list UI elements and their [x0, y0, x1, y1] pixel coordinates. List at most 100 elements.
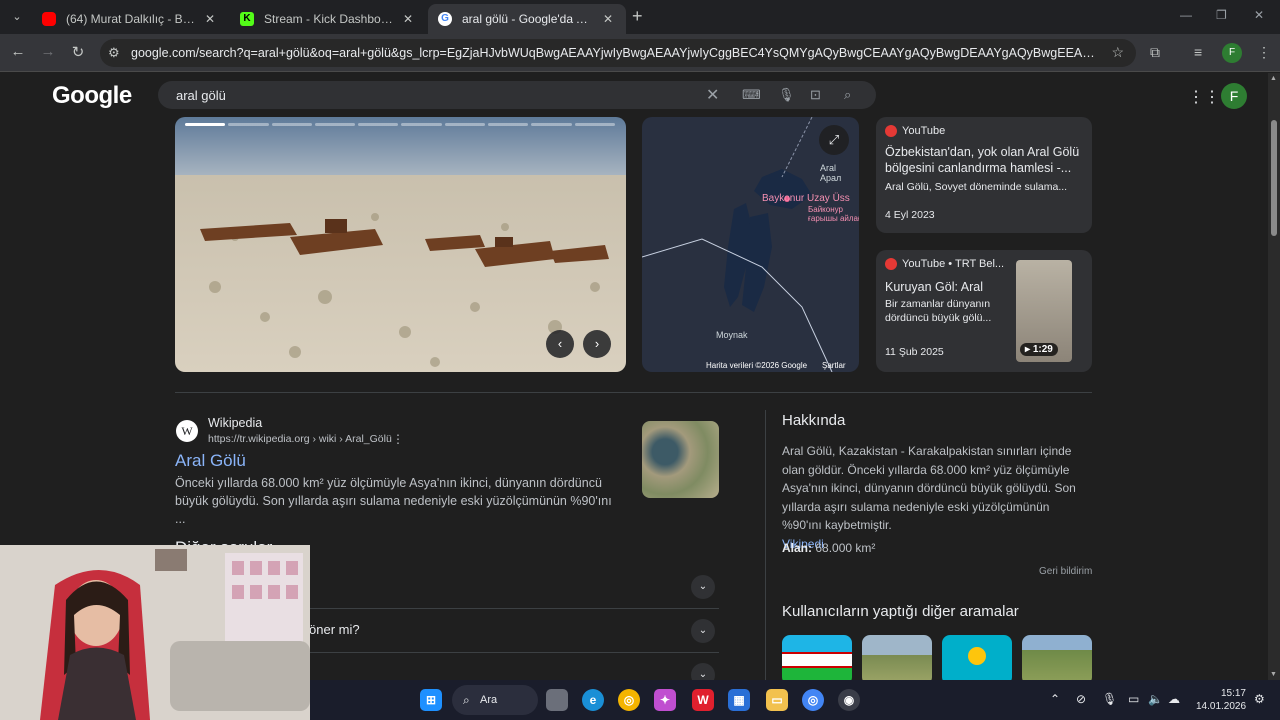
youtube-icon: [885, 125, 897, 137]
search-icon[interactable]: ⌕: [844, 87, 851, 103]
tab-search-button[interactable]: ⌄: [6, 6, 28, 28]
youtube-icon: [885, 258, 897, 270]
kick-icon: K: [240, 12, 254, 26]
profile-avatar[interactable]: F: [1222, 43, 1242, 63]
lens-icon[interactable]: ⊡: [810, 87, 821, 103]
landscape-image[interactable]: [1022, 635, 1092, 680]
video-duration: ▸ 1:29: [1020, 343, 1058, 356]
other-searches-title: Kullanıcıların yaptığı diğer aramalar: [782, 603, 1019, 620]
minimize-button[interactable]: —: [1180, 8, 1192, 22]
back-button[interactable]: ←: [8, 43, 28, 60]
task-view-icon[interactable]: [546, 689, 568, 711]
reload-button[interactable]: ↻: [68, 43, 88, 61]
video-card[interactable]: YouTube Özbekistan'dan, yok olan Aral Gö…: [876, 117, 1092, 233]
chrome-profile-icon[interactable]: ◎: [802, 689, 824, 711]
feedback-link[interactable]: Geri bildirim: [1039, 566, 1092, 577]
store-icon[interactable]: ▦: [728, 689, 750, 711]
file-explorer-icon[interactable]: ▭: [766, 689, 788, 711]
result-title-link[interactable]: Aral Gölü: [175, 451, 246, 471]
google-icon: G: [438, 12, 452, 26]
windows-taskbar: ⊞ ⌕ Ara e ◎ ✦ W ▦ ▭ ◎ ◉ ⌃ ⊘ 🎙 ▭ 🔈 ☁ 15:1…: [310, 680, 1280, 720]
tab-google[interactable]: G aral gölü - Google'da Ara ✕: [428, 4, 626, 34]
system-clock[interactable]: 15:17 14.01.2026: [1196, 687, 1246, 713]
obs-icon[interactable]: ◉: [838, 689, 860, 711]
google-account-avatar[interactable]: F: [1221, 83, 1247, 109]
carousel-progress: [185, 123, 615, 126]
close-icon[interactable]: ✕: [600, 12, 616, 26]
clear-search-icon[interactable]: ✕: [706, 85, 719, 105]
image-carousel[interactable]: ‹ ›: [175, 117, 626, 372]
copilot-icon[interactable]: ✦: [654, 689, 676, 711]
carousel-next-button[interactable]: ›: [583, 330, 611, 358]
chevron-down-icon[interactable]: ⌄: [691, 575, 715, 599]
site-info-icon[interactable]: ⚙: [108, 45, 120, 61]
browser-toolbar: ← → ↻ ⚙ google.com/search?q=aral+gölü&oq…: [0, 34, 1280, 72]
map-preview[interactable]: ⤢ Aral Арал Baykonur Uzay Üss Байконур ғ…: [642, 117, 859, 372]
network-off-icon[interactable]: ⊘: [1076, 692, 1086, 706]
search-box[interactable]: aral gölü ✕ ⌨ 🎙 ⊡ ⌕: [158, 81, 876, 109]
page-scrollbar[interactable]: ▲ ▼: [1268, 73, 1280, 680]
scroll-up-icon[interactable]: ▲: [1270, 75, 1277, 82]
microphone-icon[interactable]: 🎙: [778, 87, 795, 103]
result-site-name[interactable]: Wikipedia: [208, 416, 262, 430]
video-snippet: Bir zamanlar dünyanın dördüncü büyük gölü…: [885, 298, 992, 324]
video-thumbnail[interactable]: ▸ 1:29: [1016, 260, 1072, 362]
wps-office-icon[interactable]: W: [692, 689, 714, 711]
chevron-down-icon[interactable]: ⌄: [691, 619, 715, 643]
tab-strip: ⌄ (64) Murat Dalkılıç - Bir Hayli - YouT…: [0, 0, 1280, 34]
microphone-icon[interactable]: 🎙: [1102, 692, 1117, 706]
address-bar[interactable]: ⚙ google.com/search?q=aral+gölü&oq=aral+…: [100, 39, 1136, 67]
video-snippet: Aral Gölü, Sovyet döneminde sulama...: [885, 181, 1068, 193]
media-controls-icon[interactable]: ≡: [1194, 44, 1202, 60]
map-label: Байконур: [808, 205, 843, 214]
wikipedia-icon: W: [176, 420, 198, 442]
video-date: 4 Eyl 2023: [885, 209, 935, 221]
carousel-prev-button[interactable]: ‹: [546, 330, 574, 358]
forward-button[interactable]: →: [38, 43, 58, 60]
menu-kebab-icon[interactable]: ⋮: [1257, 44, 1271, 61]
new-tab-button[interactable]: +: [632, 6, 643, 27]
search-query[interactable]: aral gölü: [176, 88, 226, 103]
tab-title: aral gölü - Google'da Ara: [462, 12, 594, 26]
tab-title: (64) Murat Dalkılıç - Bir Hayli - YouTub…: [66, 12, 196, 26]
volume-icon[interactable]: 🔈: [1148, 692, 1163, 706]
taskbar-search[interactable]: ⌕ Ara: [452, 685, 538, 715]
scrollbar-thumb[interactable]: [1271, 120, 1277, 236]
map-label: ғарышы айлағ: [808, 214, 859, 223]
maximize-button[interactable]: ❐: [1216, 8, 1227, 22]
close-icon[interactable]: ✕: [400, 12, 416, 26]
cloud-icon[interactable]: ☁: [1168, 692, 1180, 706]
chrome-icon[interactable]: ◎: [618, 689, 640, 711]
extensions-icon[interactable]: ⧉: [1150, 44, 1160, 61]
video-source: YouTube: [885, 125, 945, 137]
streamer-webcam-image: [0, 545, 310, 720]
google-logo[interactable]: Google: [52, 82, 132, 110]
map-terms-link[interactable]: Şartlar: [822, 361, 846, 370]
url-text: google.com/search?q=aral+gölü&oq=aral+gö…: [131, 46, 1097, 60]
tray-overflow-icon[interactable]: ⌃: [1050, 692, 1060, 706]
tab-youtube[interactable]: (64) Murat Dalkılıç - Bir Hayli - YouTub…: [32, 4, 228, 34]
result-thumbnail[interactable]: [642, 421, 719, 498]
result-options-icon[interactable]: ⋮: [392, 432, 404, 446]
keyboard-icon[interactable]: ⌨: [742, 87, 761, 103]
steppe-image[interactable]: [862, 635, 932, 680]
search-icon: ⌕: [463, 693, 470, 707]
start-button[interactable]: ⊞: [420, 689, 442, 711]
edge-icon[interactable]: e: [582, 689, 604, 711]
result-url[interactable]: https://tr.wikipedia.org › wiki › Aral_G…: [208, 433, 392, 445]
expand-map-icon[interactable]: ⤢: [819, 125, 849, 155]
window-close-button[interactable]: ✕: [1254, 8, 1264, 22]
aral-sea-map: [642, 117, 833, 372]
close-icon[interactable]: ✕: [202, 12, 218, 26]
uzbekistan-flag-image[interactable]: [782, 635, 852, 680]
kazakhstan-flag-image[interactable]: [942, 635, 1012, 680]
tab-kick[interactable]: K Stream - Kick Dashboard ✕: [230, 4, 426, 34]
knowledge-panel-description: Aral Gölü, Kazakistan - Karakalpakistan …: [782, 444, 1076, 551]
chevron-down-icon[interactable]: ⌄: [691, 663, 715, 680]
scroll-down-icon[interactable]: ▼: [1270, 671, 1277, 678]
bookmark-star-icon[interactable]: ☆: [1111, 44, 1124, 61]
video-card[interactable]: YouTube • TRT Bel... Kuruyan Göl: Aral B…: [876, 250, 1092, 372]
notifications-icon[interactable]: ⚙: [1254, 692, 1265, 706]
display-icon[interactable]: ▭: [1128, 692, 1139, 706]
map-label: Арал: [820, 173, 842, 183]
